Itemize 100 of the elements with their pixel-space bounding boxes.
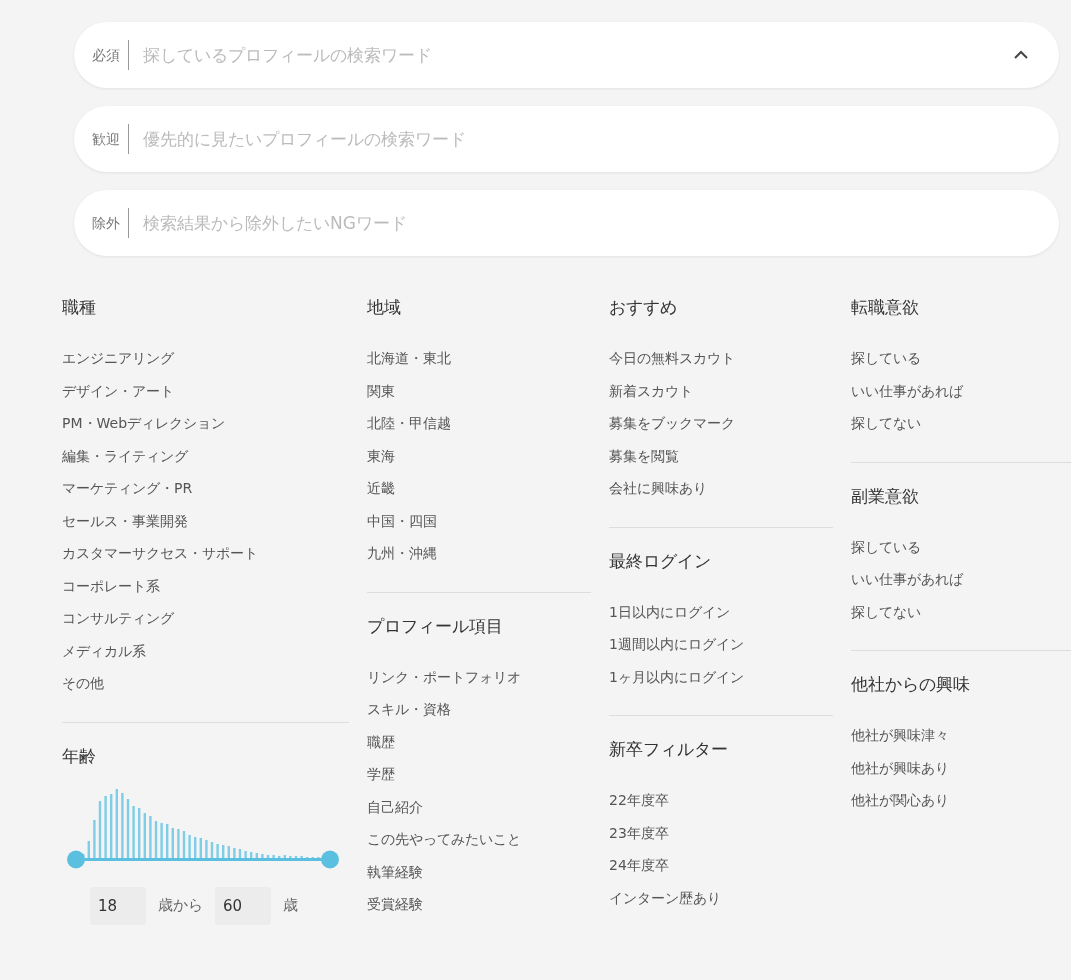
histogram-bar [294,855,298,859]
histogram-bar [194,836,197,859]
filter-option[interactable]: コンサルティング [62,602,174,635]
filter-option[interactable]: 他社が興味津々 [851,719,949,752]
chevron-up-icon[interactable] [1013,50,1029,60]
filter-option[interactable]: 募集を閲覧 [609,439,679,472]
filter-option[interactable]: 1ヶ月以内にログイン [609,660,744,693]
filter-option[interactable]: 北陸・甲信越 [367,407,451,440]
filter-option[interactable]: 受賞経験 [367,888,423,921]
histogram-bar [255,852,258,859]
filter-option[interactable]: コーポレート系 [62,569,160,602]
search-input[interactable]: 優先的に見たいプロフィールの検索ワード [141,128,1029,150]
slider-thumb[interactable] [321,850,339,868]
filter-option[interactable]: 探している [851,530,921,563]
slider-thumb[interactable] [67,850,85,868]
histogram-bar [93,819,96,859]
filter-option[interactable]: いい仕事があれば [851,563,963,596]
filter-option[interactable]: リンク・ポートフォリオ [367,660,521,693]
filter-option[interactable]: エンジニアリング [62,342,174,375]
filter-option[interactable]: 他社が興味あり [851,751,949,784]
filter-option[interactable]: 学歴 [367,758,395,791]
histogram-bar [110,793,113,859]
filter-option[interactable]: スキル・資格 [367,693,451,726]
filter-option[interactable]: 北海道・東北 [367,342,451,375]
filter-option[interactable]: 東海 [367,439,395,472]
histogram-bar [87,840,90,859]
filter-option[interactable]: 他社が関心あり [851,784,949,817]
filter-option[interactable]: カスタマーサクセス・サポート [62,537,258,570]
filter-option[interactable]: その他 [62,667,104,700]
filter-option[interactable]: 今日の無料スカウト [609,342,735,375]
filter-option[interactable]: 探してない [851,595,921,628]
field-label: 必須 [92,40,129,70]
search-input[interactable]: 検索結果から除外したいNGワード [141,212,1029,234]
histogram-bar [138,807,141,859]
histogram-bar [317,856,320,859]
histogram-bar [104,795,107,859]
histogram-bar [222,844,225,859]
filter-option[interactable]: 23年度卒 [609,816,669,849]
search-field[interactable]: 歓迎 優先的に見たいプロフィールの検索ワード [74,106,1059,172]
min-age-input[interactable]: 18 [90,886,146,925]
filter-option[interactable]: PM・Webディレクション [62,407,226,440]
search-field[interactable]: 除外 検索結果から除外したいNGワード [74,190,1059,256]
filter-option[interactable]: 関東 [367,374,395,407]
histogram-bar [289,855,292,859]
filter-option[interactable]: この先やってみたいこと [367,823,521,856]
section-title: プロフィール項目 [367,614,504,638]
field-label: 歓迎 [92,124,129,154]
section-title: 新卒フィルター [609,738,729,761]
filter-option[interactable]: 探している [851,342,921,375]
filter-option[interactable]: 中国・四国 [367,504,437,537]
histogram-bar [121,792,124,859]
filter-option[interactable]: 九州・沖縄 [367,537,437,570]
filter-option[interactable]: 24年度卒 [609,849,669,882]
filter-option[interactable]: 自己紹介 [367,790,423,823]
search-input[interactable]: 探しているプロフィールの検索ワード [141,44,1013,66]
histogram-bar [272,854,275,859]
section-title: 地域 [367,296,402,319]
filter-option[interactable]: 探してない [851,407,921,440]
histogram-bar [306,856,309,859]
histogram-bar [261,853,264,859]
filter-option[interactable]: インターン歴あり [609,881,721,914]
histogram-bar [199,837,202,859]
section-title: おすすめ [609,296,678,319]
filter-option[interactable]: いい仕事があれば [851,374,963,407]
histogram-bar [244,850,247,859]
filter-option[interactable]: 22年度卒 [609,784,669,817]
histogram-bar [227,845,230,859]
filter-option[interactable]: 執筆経験 [367,855,423,888]
filter-option[interactable]: 会社に興味あり [609,472,707,505]
age-unit-label: 歳 [283,896,298,915]
histogram-bar [166,823,169,859]
search-field[interactable]: 必須 探しているプロフィールの検索ワード [74,22,1059,88]
histogram-bar [250,851,253,859]
section-title: 副業意欲 [851,484,920,508]
histogram-bar [160,822,163,859]
histogram-bar [149,815,152,859]
section-title: 職種 [62,296,97,319]
filter-option[interactable]: 編集・ライティング [62,439,188,472]
filter-option[interactable]: 1日以内にログイン [609,595,730,628]
filter-option[interactable]: 1週間以内にログイン [609,628,744,661]
filter-option[interactable]: 募集をブックマーク [609,407,735,440]
histogram-bar [216,843,219,859]
histogram-bar [278,855,281,859]
filter-option[interactable]: 新着スカウト [609,374,693,407]
histogram-bar [143,812,146,859]
histogram-bar [300,855,303,859]
field-label: 除外 [92,208,129,238]
histogram-bar [115,788,118,859]
filter-option[interactable]: 職歴 [367,725,395,758]
filter-option[interactable]: マーケティング・PR [62,472,193,505]
filter-option[interactable]: メディカル系 [62,634,146,667]
histogram-bar [171,827,174,859]
filter-option[interactable]: セールス・事業開発 [62,504,188,537]
max-age-input[interactable]: 60 [215,886,271,925]
histogram-bar [205,839,208,859]
filter-option[interactable]: デザイン・アート [62,374,174,407]
histogram-bar [210,841,214,859]
filter-option[interactable]: 近畿 [367,472,395,505]
histogram-bar [283,854,286,859]
histogram-bar [154,820,158,859]
